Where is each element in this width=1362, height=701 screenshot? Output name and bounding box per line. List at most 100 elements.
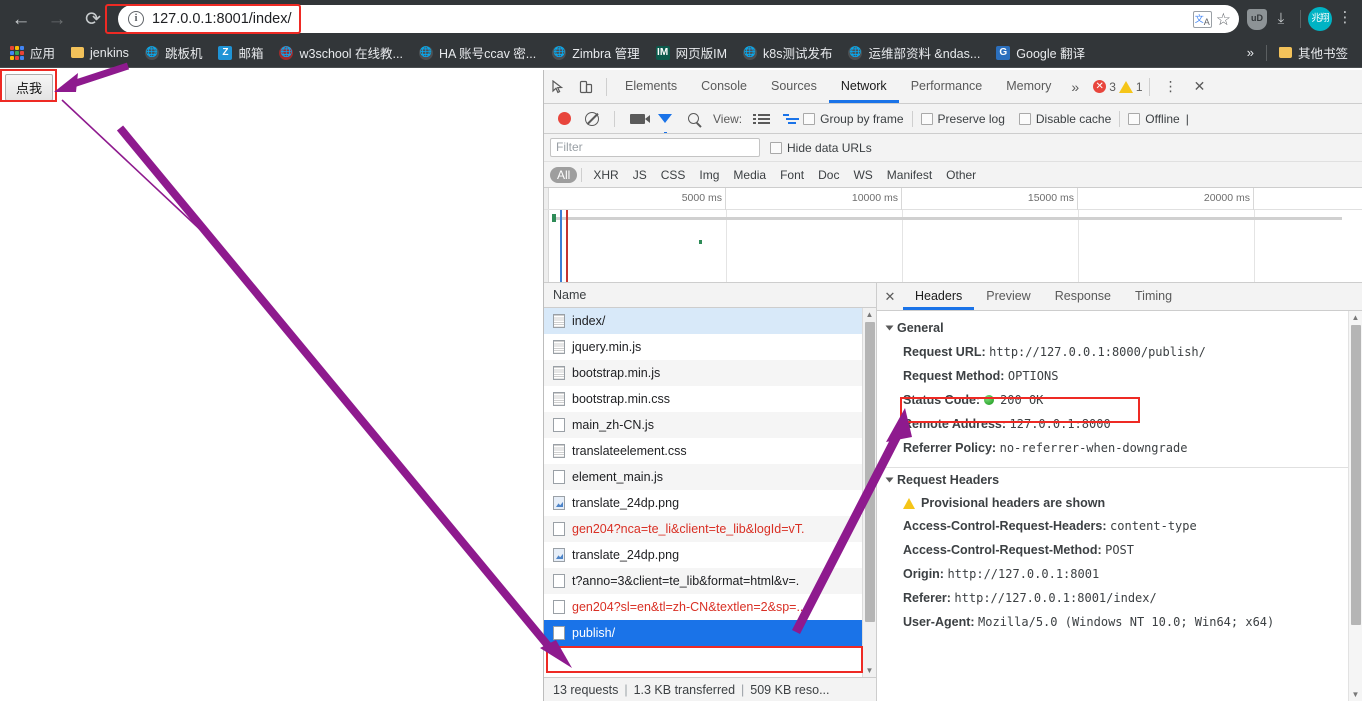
header-row-origin: Origin: http://127.0.0.1:8001 <box>877 562 1362 586</box>
tab-elements[interactable]: Elements <box>613 70 689 103</box>
tab-performance[interactable]: Performance <box>899 70 995 103</box>
list-view-icon[interactable] <box>747 105 775 133</box>
funnel-icon[interactable] <box>651 105 679 133</box>
provisional-headers-notice: Provisional headers are shown <box>877 492 1362 514</box>
request-headers-section-header[interactable]: Request Headers <box>877 470 1362 492</box>
type-filter-manifest[interactable]: Manifest <box>880 167 939 183</box>
search-icon[interactable] <box>679 105 707 133</box>
requests-scrollbar[interactable]: ▲ ▼ <box>862 308 876 677</box>
tab-response[interactable]: Response <box>1043 283 1123 310</box>
header-value: POST <box>1105 543 1135 557</box>
general-section-header[interactable]: General <box>877 318 1362 340</box>
bookmark-item-ops-docs[interactable]: 🌐 运维部资料 &ndas... <box>840 41 988 65</box>
tab-network[interactable]: Network <box>829 70 899 103</box>
type-filter-font[interactable]: Font <box>773 167 811 183</box>
bookmark-item-jenkins[interactable]: jenkins <box>63 41 137 65</box>
bookmark-item-zimbra[interactable]: 🌐 Zimbra 管理 <box>544 41 647 65</box>
site-info-icon[interactable]: i <box>128 11 144 27</box>
device-toolbar-icon[interactable] <box>572 73 600 101</box>
table-row[interactable]: translateelement.css <box>544 438 876 464</box>
detail-scrollbar[interactable]: ▲ ▼ <box>1348 311 1362 701</box>
tab-timing[interactable]: Timing <box>1123 283 1184 310</box>
type-filter-css[interactable]: CSS <box>654 167 693 183</box>
bookmark-star-icon[interactable]: ☆ <box>1216 11 1231 28</box>
table-row[interactable]: gen204?sl=en&tl=zh-CN&textlen=2&sp=.. <box>544 594 876 620</box>
download-icon[interactable]: ⤓ <box>1269 7 1293 31</box>
bookmark-item-google-translate[interactable]: G Google 翻译 <box>988 41 1093 65</box>
scroll-up-arrow[interactable]: ▲ <box>863 308 876 321</box>
table-row[interactable]: t?anno=3&client=te_lib&format=html&v=. <box>544 568 876 594</box>
bookmark-item-ha[interactable]: 🌐 HA 账号ccav 密... <box>411 41 544 65</box>
bookmark-item-k8s[interactable]: 🌐 k8s测试发布 <box>735 41 840 65</box>
translate-icon[interactable] <box>1192 10 1212 28</box>
table-row[interactable]: bootstrap.min.css <box>544 386 876 412</box>
address-bar[interactable]: i 127.0.0.1:8001/index/ ☆ <box>118 5 1239 33</box>
devtools-close-icon[interactable]: ✕ <box>1186 78 1214 95</box>
type-filter-doc[interactable]: Doc <box>811 167 846 183</box>
record-icon[interactable] <box>550 105 578 133</box>
table-row[interactable]: translate_24dp.png <box>544 490 876 516</box>
devtools-settings-icon[interactable]: ⋮ <box>1156 78 1186 95</box>
warning-count: 1 <box>1135 79 1143 94</box>
table-row[interactable]: translate_24dp.png <box>544 542 876 568</box>
bookmark-item-other[interactable]: 其他书签 <box>1271 41 1356 65</box>
more-tabs-icon[interactable]: » <box>1063 79 1087 95</box>
type-filter-other[interactable]: Other <box>939 167 983 183</box>
tab-headers[interactable]: Headers <box>903 283 974 310</box>
click-me-button[interactable]: 点我 <box>5 74 54 101</box>
issue-counts[interactable]: ✕ 3 1 <box>1093 79 1143 94</box>
inspect-element-icon[interactable] <box>544 73 572 101</box>
type-filter-img[interactable]: Img <box>692 167 726 183</box>
clear-icon[interactable] <box>578 105 606 133</box>
checkbox-box <box>803 112 816 125</box>
type-filter-media[interactable]: Media <box>726 167 773 183</box>
waterfall-view-icon[interactable] <box>775 105 803 133</box>
back-button[interactable]: ← <box>6 4 36 34</box>
table-row[interactable]: main_zh-CN.js <box>544 412 876 438</box>
scrollbar-thumb[interactable] <box>1351 325 1361 625</box>
table-row[interactable]: publish/ <box>544 620 876 646</box>
shield-extension-icon[interactable]: uD <box>1247 8 1267 30</box>
scroll-up-arrow[interactable]: ▲ <box>1349 311 1362 324</box>
hide-data-urls-checkbox[interactable]: Hide data URLs <box>770 141 872 155</box>
requests-column-header[interactable]: Name <box>544 283 876 308</box>
type-filter-all[interactable]: All <box>550 166 578 183</box>
tab-sources[interactable]: Sources <box>759 70 829 103</box>
table-row[interactable]: element_main.js <box>544 464 876 490</box>
chrome-menu-icon[interactable]: ⋮ <box>1334 7 1356 31</box>
scrollbar-thumb[interactable] <box>865 322 875 622</box>
bookmarks-overflow-icon[interactable]: » <box>1239 45 1262 60</box>
reload-button[interactable]: ⟳ <box>78 4 108 34</box>
scroll-down-arrow[interactable]: ▼ <box>1349 688 1362 701</box>
requests-list[interactable]: index/ jquery.min.js bootstrap.min.js bo… <box>544 308 876 677</box>
bookmark-item-apps[interactable]: 应用 <box>0 41 63 65</box>
offline-checkbox[interactable]: Offline <box>1128 112 1180 126</box>
forward-button[interactable]: → <box>42 4 72 34</box>
request-name: publish/ <box>572 626 616 640</box>
filter-input[interactable]: Filter <box>550 138 760 157</box>
checkbox-box <box>770 141 782 154</box>
bookmark-item-im[interactable]: IM 网页版IM <box>648 41 735 65</box>
group-by-frame-checkbox[interactable]: Group by frame <box>803 112 904 126</box>
close-detail-icon[interactable]: ✕ <box>877 289 903 305</box>
bookmark-item-mail[interactable]: Z 邮箱 <box>210 41 271 65</box>
table-row[interactable]: gen204?nca=te_li&client=te_lib&logId=vT. <box>544 516 876 542</box>
preserve-log-checkbox[interactable]: Preserve log <box>920 112 1005 126</box>
network-overview-timeline[interactable]: 5000 ms 10000 ms 15000 ms 20000 ms <box>544 188 1362 283</box>
table-row[interactable]: index/ <box>544 308 876 334</box>
bookmark-item-w3school[interactable]: 🌐 w3school 在线教... <box>271 41 411 65</box>
table-row[interactable]: jquery.min.js <box>544 334 876 360</box>
type-filter-ws[interactable]: WS <box>846 167 879 183</box>
disable-cache-checkbox[interactable]: Disable cache <box>1018 112 1111 126</box>
tab-memory[interactable]: Memory <box>994 70 1063 103</box>
tab-console[interactable]: Console <box>689 70 759 103</box>
scroll-down-arrow[interactable]: ▼ <box>863 664 876 677</box>
table-row[interactable]: bootstrap.min.js <box>544 360 876 386</box>
bookmark-item-jumpserver[interactable]: 🌐 跳板机 <box>137 41 211 65</box>
avatar[interactable]: 兆翔 <box>1308 7 1332 31</box>
camera-icon[interactable] <box>623 105 651 133</box>
type-filter-js[interactable]: JS <box>626 167 654 183</box>
type-filter-xhr[interactable]: XHR <box>586 167 625 183</box>
tab-preview[interactable]: Preview <box>974 283 1042 310</box>
checkbox-box <box>1128 112 1141 125</box>
